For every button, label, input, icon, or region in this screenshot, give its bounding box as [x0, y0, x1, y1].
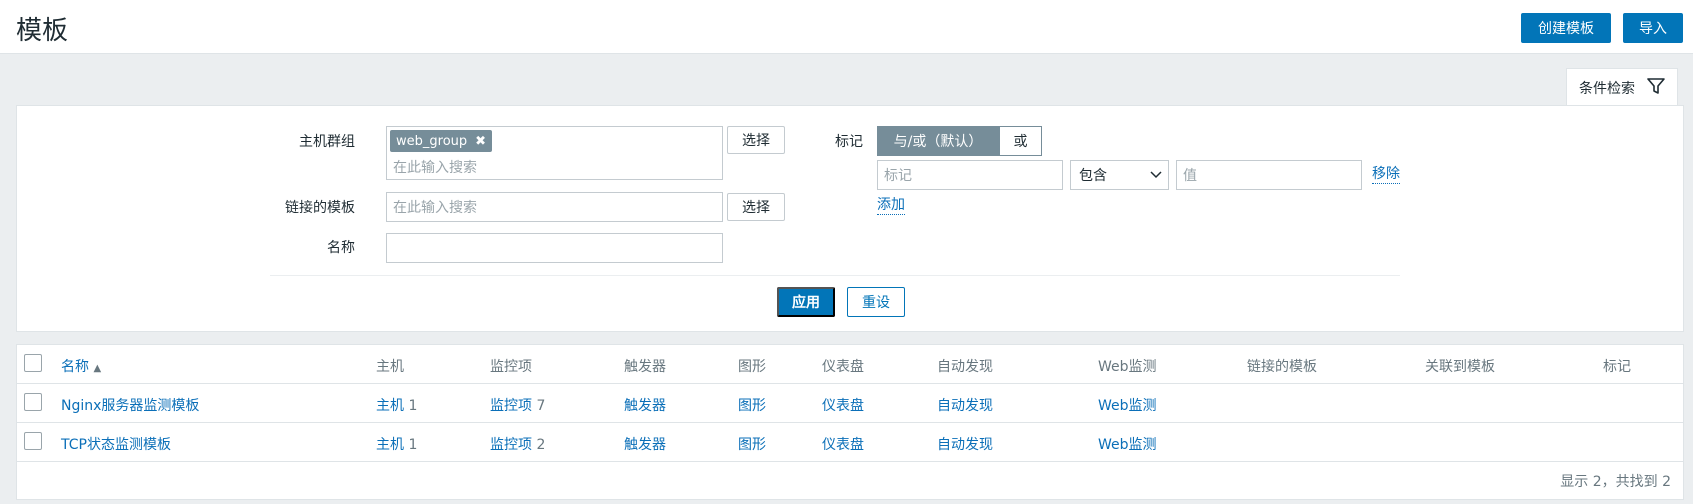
web-link[interactable]: Web监测	[1098, 395, 1157, 415]
column-tags-header: 标记	[1603, 359, 1631, 375]
table-header-row: 名称 ▲ 主机 监控项 触发器 图形 仪表盘 自动发现 Web监测 链接的模板 …	[17, 345, 1683, 384]
hosts-link[interactable]: 主机	[376, 398, 404, 414]
column-discovery-header: 自动发现	[937, 359, 993, 375]
page-title: 模板	[16, 16, 69, 46]
import-button[interactable]: 导入	[1623, 13, 1683, 43]
apply-button[interactable]: 应用	[777, 287, 835, 317]
chevron-down-icon	[1150, 171, 1162, 179]
row-checkbox[interactable]	[24, 393, 42, 411]
create-template-button[interactable]: 创建模板	[1521, 13, 1611, 43]
table-row: TCP状态监测模板 主机 1 监控项 2 触发器 图形 仪表盘 自动发现 Web…	[17, 423, 1683, 462]
host-group-search-placeholder: 在此输入搜索	[393, 160, 477, 176]
table-row: Nginx服务器监测模板 主机 1 监控项 7 触发器 图形 仪表盘 自动发现 …	[17, 384, 1683, 423]
web-link[interactable]: Web监测	[1098, 434, 1157, 454]
column-dashboards-header: 仪表盘	[822, 359, 864, 375]
name-input[interactable]	[386, 233, 723, 263]
tag-operator-select[interactable]: 包含	[1070, 160, 1169, 190]
column-hosts-header: 主机	[376, 359, 404, 375]
column-triggers-header: 触发器	[624, 359, 666, 375]
tag-value-input[interactable]: 值	[1176, 160, 1362, 190]
tag-operator-value: 包含	[1079, 168, 1107, 184]
column-items-header: 监控项	[490, 359, 532, 375]
select-all-checkbox[interactable]	[24, 354, 42, 372]
tag-value-placeholder: 值	[1183, 168, 1197, 184]
tag-mode-and-or[interactable]: 与/或（默认）	[877, 126, 999, 156]
host-group-chip-label: web_group	[396, 133, 468, 149]
remove-chip-icon[interactable]: ✖	[475, 134, 486, 149]
sort-ascending-icon: ▲	[93, 363, 102, 374]
linked-template-label: 链接的模板	[285, 200, 355, 216]
discovery-link[interactable]: 自动发现	[937, 434, 993, 454]
linked-template-placeholder: 在此输入搜索	[393, 200, 477, 216]
template-name-link[interactable]: Nginx服务器监测模板	[61, 395, 199, 415]
host-group-label: 主机群组	[299, 134, 355, 150]
items-link[interactable]: 监控项	[490, 437, 532, 453]
reset-button[interactable]: 重设	[847, 287, 905, 317]
linked-template-input[interactable]: 在此输入搜索	[386, 192, 723, 222]
linked-template-select-button[interactable]: 选择	[727, 193, 785, 221]
items-count: 2	[536, 437, 546, 453]
column-graphs-header: 图形	[738, 359, 766, 375]
column-web-header: Web监测	[1098, 359, 1157, 375]
tag-mode-or[interactable]: 或	[999, 126, 1042, 156]
tag-input[interactable]: 标记	[877, 160, 1063, 190]
column-linked-to-templates-header: 关联到模板	[1425, 359, 1495, 375]
hosts-cell: 主机 1	[376, 395, 417, 415]
triggers-link[interactable]: 触发器	[624, 434, 666, 454]
triggers-link[interactable]: 触发器	[624, 395, 666, 415]
name-label: 名称	[327, 240, 355, 256]
dashboards-link[interactable]: 仪表盘	[822, 395, 864, 415]
filter-icon	[1647, 78, 1665, 94]
dashboards-link[interactable]: 仪表盘	[822, 434, 864, 454]
page-header: 模板 创建模板 导入	[0, 0, 1693, 54]
tags-label: 标记	[835, 134, 863, 150]
tag-input-placeholder: 标记	[884, 168, 912, 184]
hosts-cell: 主机 1	[376, 434, 417, 454]
column-name-header[interactable]: 名称 ▲	[61, 356, 101, 376]
host-group-chip: web_group ✖	[390, 130, 493, 152]
host-group-multiselect[interactable]: web_group ✖ 在此输入搜索	[386, 126, 723, 180]
template-name-link[interactable]: TCP状态监测模板	[61, 434, 171, 454]
graphs-link[interactable]: 图形	[738, 395, 766, 415]
templates-table: 名称 ▲ 主机 监控项 触发器 图形 仪表盘 自动发现 Web监测 链接的模板 …	[16, 344, 1684, 500]
remove-tag-link[interactable]: 移除	[1372, 165, 1400, 184]
results-count: 显示 2，共找到 2	[1560, 474, 1671, 490]
items-cell: 监控项 2	[490, 434, 545, 454]
column-linked-templates-header: 链接的模板	[1247, 359, 1317, 375]
hosts-count: 1	[408, 398, 418, 414]
host-group-select-button[interactable]: 选择	[727, 126, 785, 154]
tag-mode-toggle: 与/或（默认） 或	[877, 126, 1042, 156]
row-checkbox[interactable]	[24, 432, 42, 450]
graphs-link[interactable]: 图形	[738, 434, 766, 454]
items-count: 7	[536, 398, 546, 414]
filter-divider	[270, 275, 1400, 276]
items-link[interactable]: 监控项	[490, 398, 532, 414]
hosts-count: 1	[408, 437, 418, 453]
items-cell: 监控项 7	[490, 395, 545, 415]
hosts-link[interactable]: 主机	[376, 437, 404, 453]
add-tag-link[interactable]: 添加	[877, 196, 905, 215]
discovery-link[interactable]: 自动发现	[937, 395, 993, 415]
filter-tab-label: 条件检索	[1579, 80, 1635, 97]
filter-tab[interactable]: 条件检索	[1566, 68, 1678, 106]
